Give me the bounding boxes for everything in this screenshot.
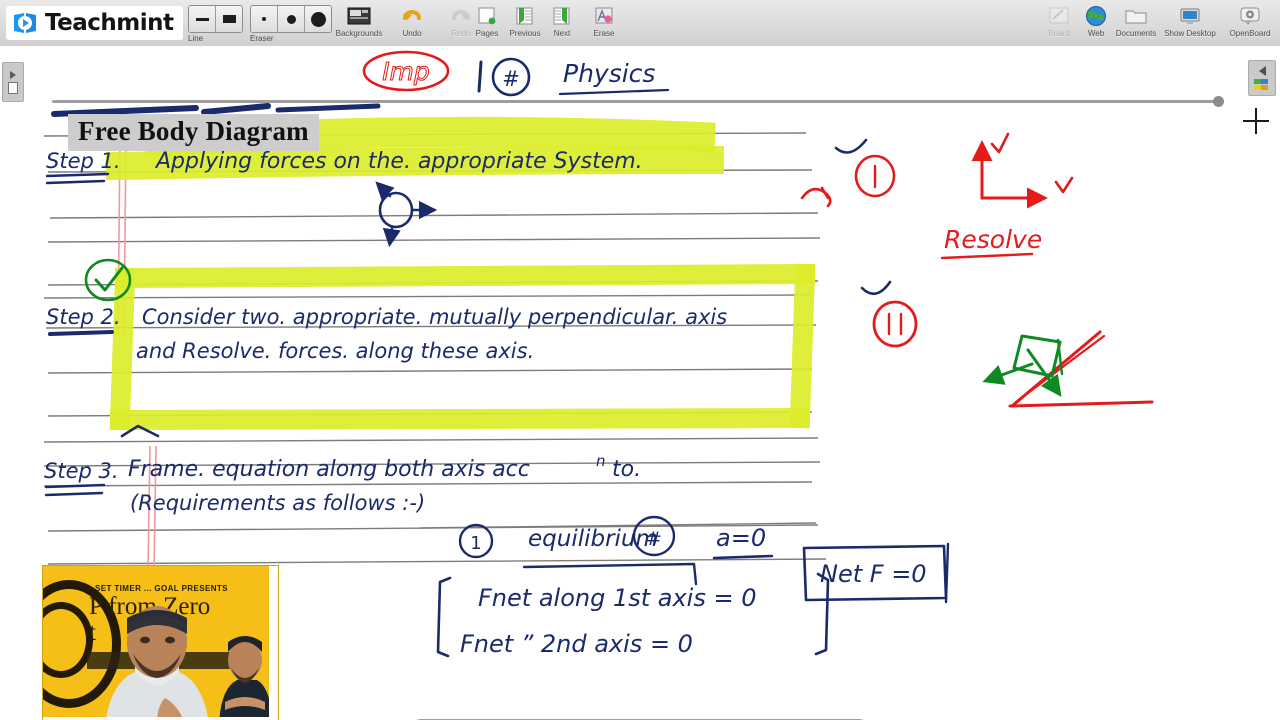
svg-text:Step 1.: Step 1. bbox=[46, 149, 121, 173]
presenter-main bbox=[105, 606, 209, 720]
svg-text:n: n bbox=[596, 452, 606, 470]
monitor-icon bbox=[1177, 4, 1203, 28]
page-add-icon bbox=[474, 4, 500, 28]
show-desktop-button[interactable]: Show Desktop bbox=[1158, 2, 1222, 44]
previous-label: Previous bbox=[509, 29, 541, 38]
undo-arrow-icon bbox=[399, 4, 425, 28]
eraser-size-options[interactable] bbox=[250, 5, 332, 33]
web-label: Web bbox=[1087, 29, 1105, 38]
toolbar-next[interactable]: Next bbox=[538, 2, 586, 44]
svg-text:#: # bbox=[646, 528, 662, 550]
page-title: Free Body Diagram bbox=[68, 114, 319, 151]
pages-label: Pages bbox=[475, 29, 499, 38]
next-button[interactable]: Next bbox=[538, 2, 586, 44]
toolbar-undo[interactable]: Undo bbox=[388, 2, 436, 44]
gear-bubble-icon bbox=[1237, 4, 1263, 28]
openboard-button[interactable]: OpenBoard bbox=[1222, 2, 1278, 44]
board-label: Board bbox=[1048, 29, 1070, 38]
next-page-icon bbox=[549, 4, 575, 28]
erase-label: Erase bbox=[593, 29, 615, 38]
webcam-overlay[interactable]: SET TIMER ... GOAL PRESENTS P from Zero … bbox=[42, 565, 279, 720]
svg-text:1: 1 bbox=[470, 533, 481, 554]
svg-text:Imp: Imp bbox=[382, 57, 430, 86]
show-desktop-label: Show Desktop bbox=[1164, 29, 1216, 38]
board-icon bbox=[1046, 4, 1072, 28]
line-width-group[interactable]: Line bbox=[188, 2, 243, 44]
line-width-thin[interactable] bbox=[189, 6, 216, 32]
svg-text:to.: to. bbox=[612, 457, 641, 482]
toolbar-openboard[interactable]: OpenBoard bbox=[1222, 2, 1278, 44]
svg-text:and Resolve. forces. along the: and Resolve. forces. along these axis. bbox=[136, 339, 534, 363]
page-scroll-track[interactable] bbox=[52, 96, 1224, 107]
brand-name: Teachmint bbox=[45, 10, 174, 36]
svg-text:a=0: a=0 bbox=[716, 524, 766, 552]
line-width-options[interactable] bbox=[188, 5, 243, 33]
color-palette-icon bbox=[1254, 78, 1270, 91]
folder-icon bbox=[1123, 4, 1149, 28]
svg-text:Fnet along 1st axis = 0: Fnet along 1st axis = 0 bbox=[478, 584, 756, 612]
line-width-label: Line bbox=[188, 34, 204, 43]
eraser-size-group[interactable]: Eraser bbox=[250, 2, 332, 44]
undo-button[interactable]: Undo bbox=[388, 2, 436, 44]
backgrounds-icon bbox=[346, 4, 372, 28]
left-panel-handle[interactable] bbox=[2, 62, 24, 102]
teachmint-logo-icon bbox=[12, 10, 38, 36]
poster-tagline: SET TIMER ... GOAL PRESENTS bbox=[95, 584, 228, 593]
documents-button[interactable]: Documents bbox=[1112, 2, 1160, 44]
toolbar-show-desktop[interactable]: Show Desktop bbox=[1158, 2, 1222, 44]
app-brand: Teachmint bbox=[6, 6, 184, 40]
svg-text:Fnet ” 2nd axis: Fnet ” 2nd axis = 0 bbox=[460, 630, 693, 658]
svg-text:Consider two. appropriate. mut: Consider two. appropriate. mutually perp… bbox=[142, 305, 727, 329]
webcam-edge bbox=[269, 566, 278, 720]
eraser-size-large[interactable] bbox=[305, 6, 331, 32]
svg-text:(Requirements as follows :-): (Requirements as follows :-) bbox=[130, 491, 425, 515]
top-toolbar: Teachmint Line Eraser Backgrounds Undo R… bbox=[0, 0, 1280, 47]
line-width-thick[interactable] bbox=[216, 6, 242, 32]
svg-text:Net F =0: Net F =0 bbox=[820, 560, 927, 588]
previous-page-icon bbox=[512, 4, 538, 28]
svg-text:Frame. equation along both a: Frame. equation along both axis acc bbox=[128, 457, 530, 482]
whiteboard-canvas[interactable]: .rule{stroke:#7c7c7c;stroke-width:1.4;fi… bbox=[0, 46, 1280, 720]
openboard-label: OpenBoard bbox=[1229, 29, 1271, 38]
eraser-size-label: Eraser bbox=[250, 34, 274, 43]
right-panel-handle[interactable] bbox=[1248, 60, 1276, 96]
eraser-size-small[interactable] bbox=[251, 6, 278, 32]
undo-label: Undo bbox=[402, 29, 422, 38]
erase-button[interactable]: Erase bbox=[580, 2, 628, 44]
page-thumb-icon bbox=[8, 81, 18, 94]
svg-text:Resolve: Resolve bbox=[944, 225, 1042, 254]
collapse-arrow-icon bbox=[1258, 65, 1266, 76]
globe-icon bbox=[1083, 4, 1109, 28]
backgrounds-button[interactable]: Backgrounds bbox=[335, 2, 383, 44]
documents-label: Documents bbox=[1115, 29, 1157, 38]
erase-page-icon bbox=[591, 4, 617, 28]
svg-text:Step 3.: Step 3. bbox=[44, 459, 119, 483]
svg-text:Physics: Physics bbox=[563, 59, 655, 88]
next-label: Next bbox=[553, 29, 571, 38]
svg-text:Step 2.: Step 2. bbox=[46, 305, 121, 329]
backgrounds-label: Backgrounds bbox=[335, 29, 383, 38]
svg-text:#: # bbox=[502, 67, 520, 91]
page-scroll-knob[interactable] bbox=[1213, 96, 1224, 107]
toolbar-documents[interactable]: Documents bbox=[1112, 2, 1160, 44]
toolbar-erase[interactable]: Erase bbox=[580, 2, 628, 44]
crosshair-cursor bbox=[1243, 108, 1269, 134]
presenter-secondary bbox=[219, 636, 273, 720]
toolbar-backgrounds[interactable]: Backgrounds bbox=[335, 2, 383, 44]
expand-arrow-icon bbox=[10, 70, 16, 79]
eraser-size-medium[interactable] bbox=[278, 6, 305, 32]
svg-text:Applying forces on the. app: Applying forces on the. appropriate Syst… bbox=[154, 149, 643, 174]
